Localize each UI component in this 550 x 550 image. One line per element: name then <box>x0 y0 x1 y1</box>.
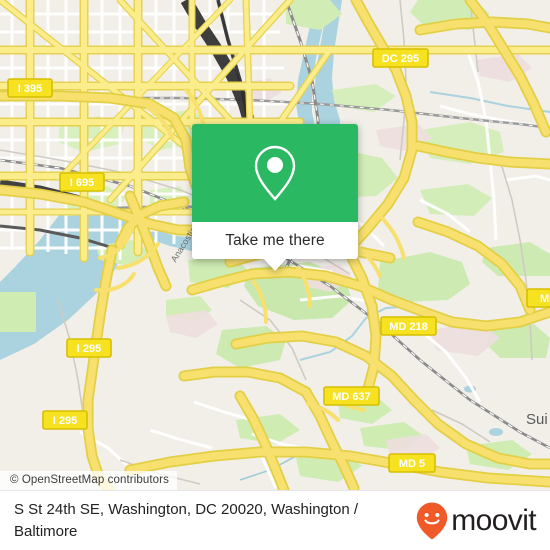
road-shield-label: I 695 <box>70 177 94 189</box>
moovit-brand[interactable]: moovit <box>415 501 537 541</box>
moovit-map-screen: I 395 I 695 I 295 I 295 DC 295 MD 218 MD… <box>0 0 550 550</box>
location-popup-card[interactable]: Take me there <box>192 124 358 271</box>
road-shield-i295-upper: I 295 <box>66 338 112 358</box>
road-shield-label: MD 637 <box>332 391 371 403</box>
road-shield-label: MD 218 <box>389 321 428 333</box>
road-shield-md5: MD 5 <box>388 453 436 473</box>
popup-action-area[interactable]: Take me there <box>192 222 358 259</box>
road-shield-md637: MD 637 <box>323 386 380 406</box>
road-shield-md218: MD 218 <box>380 316 437 336</box>
road-shield-label: DC 295 <box>382 53 419 65</box>
popup-pointer <box>263 258 287 271</box>
road-shield-label: I 295 <box>53 415 77 427</box>
road-shield-label: MD <box>540 293 550 305</box>
road-shield-label: MD 5 <box>399 458 425 470</box>
footer-bar: S St 24th SE, Washington, DC 20020, Wash… <box>0 490 550 550</box>
popup-marker-area <box>192 124 358 222</box>
road-shield-md-clipped: MD <box>526 288 550 308</box>
map-pin-icon <box>254 145 296 201</box>
road-shield-i295-lower: I 295 <box>42 410 88 430</box>
road-shield-label: I 395 <box>18 83 42 95</box>
address-title: S St 24th SE, Washington, DC 20020, Wash… <box>14 501 359 540</box>
moovit-pin-icon <box>417 502 448 539</box>
road-shield-i695: I 695 <box>59 172 105 192</box>
road-shield-label: I 295 <box>77 343 101 355</box>
map-attribution[interactable]: © OpenStreetMap contributors <box>0 471 177 490</box>
map-canvas[interactable]: I 395 I 695 I 295 I 295 DC 295 MD 218 MD… <box>0 0 550 490</box>
road-shield-i395: I 395 <box>7 78 53 98</box>
take-me-there-label: Take me there <box>225 231 325 249</box>
road-shield-dc295: DC 295 <box>372 48 429 68</box>
moovit-wordmark: moovit <box>451 503 536 537</box>
place-label-suitland: Sui <box>526 411 548 428</box>
